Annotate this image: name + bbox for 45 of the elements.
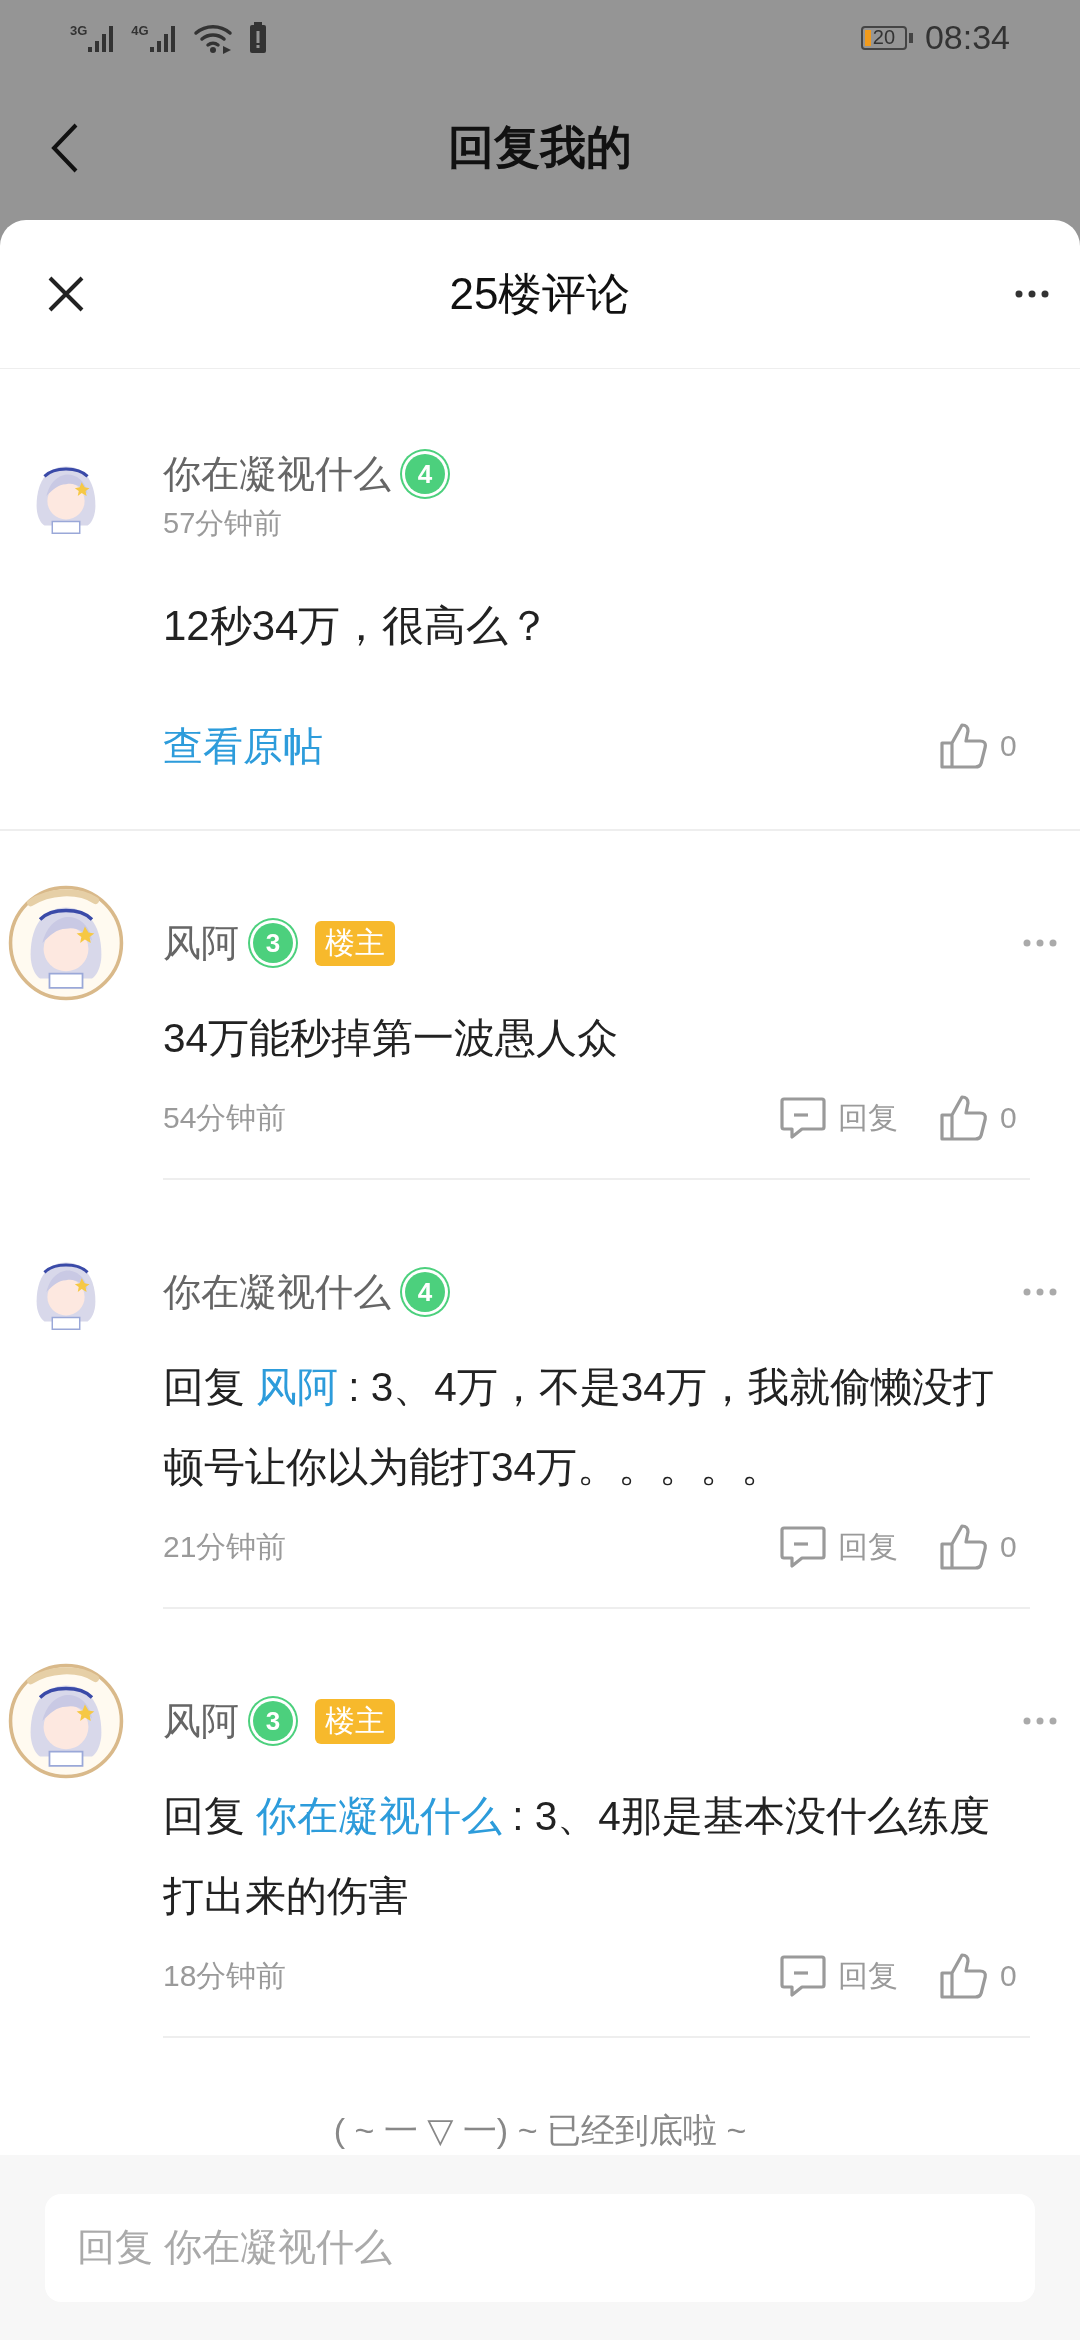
user-name[interactable]: 你在凝视什么 <box>163 448 391 500</box>
clock: 08:34 <box>924 18 1010 57</box>
reply-action[interactable]: 回复 <box>838 1955 898 1997</box>
op-tag: 楼主 <box>315 1698 395 1744</box>
reply-input[interactable]: 回复 你在凝视什么 <box>45 2193 1035 2302</box>
comment-text: 12秒34万，很高么？ <box>163 601 552 651</box>
avatar[interactable] <box>6 1662 125 1780</box>
like-count: 0 <box>1000 1530 1017 1564</box>
comment-time: 18分钟前 <box>163 1957 287 1994</box>
sheet-title: 25楼评论 <box>449 267 631 320</box>
user-name[interactable]: 你在凝视什么 <box>163 1266 391 1318</box>
network-label: 3G <box>70 22 88 38</box>
page-title: 回复我的 <box>448 119 632 175</box>
comment-icon[interactable] <box>778 1953 828 1999</box>
comment-icon[interactable] <box>778 1095 828 1141</box>
more-icon[interactable] <box>1014 289 1050 299</box>
like-count: 0 <box>1000 729 1017 763</box>
thumbs-up-icon[interactable] <box>938 1522 990 1572</box>
reply-action[interactable]: 回复 <box>838 1526 898 1568</box>
reply-text: 回复 你在凝视什么 : 3、4那是基本没什么练度打出来的伤害 <box>163 1792 991 1921</box>
op-tag: 楼主 <box>315 920 395 966</box>
like-count: 0 <box>1000 1101 1017 1135</box>
mention-link[interactable]: 你在凝视什么 <box>256 1793 503 1839</box>
comment-icon[interactable] <box>778 1524 828 1570</box>
comment-time: 21分钟前 <box>163 1528 287 1565</box>
battery-indicator: 20 <box>860 25 907 50</box>
user-name[interactable]: 风阿 <box>163 917 239 969</box>
thumbs-up-icon[interactable] <box>938 1951 990 2001</box>
reply-text: 34万能秒掉第一波愚人众 <box>163 1014 620 1063</box>
network-label: 4G <box>131 22 149 38</box>
thumbs-up-icon[interactable] <box>938 721 990 771</box>
close-icon[interactable] <box>46 274 86 314</box>
back-icon[interactable] <box>50 121 80 174</box>
avatar[interactable] <box>6 884 125 1002</box>
battery-alert-icon <box>248 21 267 54</box>
reply-text: 回复 风阿 : 3、4万，不是34万，我就偷懒没打顿号让你以为能打34万。。。。。 <box>163 1363 995 1492</box>
comment-time: 57分钟前 <box>163 505 284 541</box>
view-original-link[interactable]: 查看原帖 <box>163 718 323 774</box>
mention-link[interactable]: 风阿 <box>256 1364 339 1410</box>
like-count: 0 <box>1000 1959 1017 1993</box>
reply-action[interactable]: 回复 <box>838 1097 898 1139</box>
comment-time: 54分钟前 <box>163 1099 287 1136</box>
end-of-list-text: ( ~ 一 ▽ 一) ~ 已经到底啦 ~ <box>332 2110 748 2151</box>
user-name[interactable]: 风阿 <box>163 1695 239 1747</box>
thumbs-up-icon[interactable] <box>938 1093 990 1143</box>
